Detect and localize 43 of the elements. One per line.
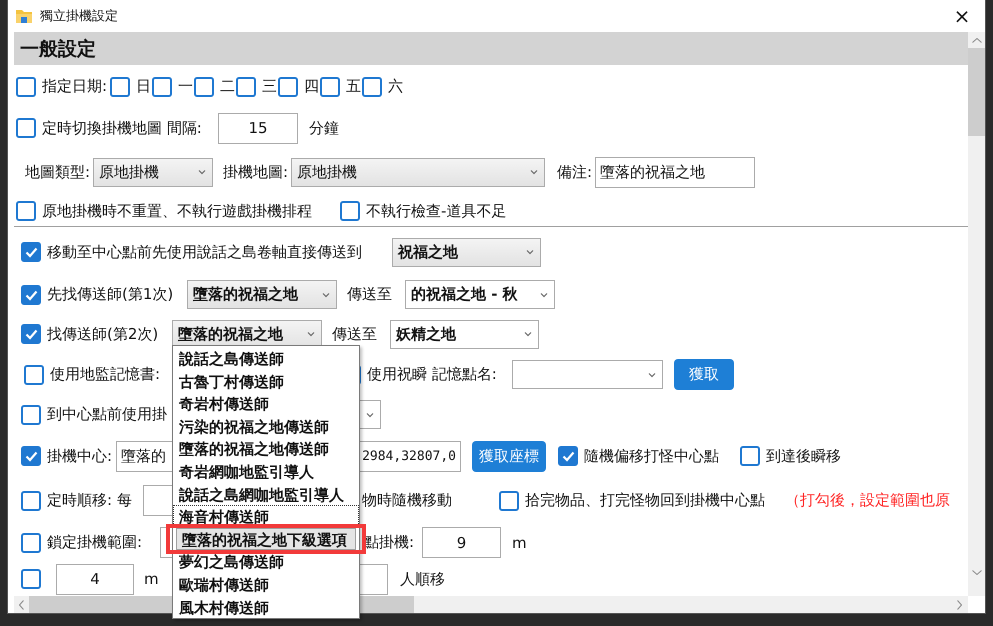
checkbox-label: 到中心點前使用掛	[47, 405, 167, 424]
checkbox-label: 使用地監記憶書:	[50, 365, 160, 384]
checkbox-label: 找傳送師(第2次)	[47, 324, 158, 344]
field-label: 備注:	[557, 162, 594, 182]
checkbox-label: 先找傳送師(第1次)	[47, 285, 174, 304]
select-value: 祝福之地	[398, 242, 460, 262]
checkbox-label: 六	[388, 77, 403, 96]
select-value: 原地掛機	[99, 162, 160, 182]
checkbox-label: 三	[262, 77, 277, 96]
field-label: 地圖類型:	[25, 162, 92, 182]
checkbox-label: 掛機中心:	[47, 446, 112, 466]
checkbox-label: 指定日期:	[42, 77, 108, 96]
select-value: 墮落的祝福之地	[193, 285, 300, 304]
window-title: 獨立掛機設定	[40, 8, 119, 25]
checkbox-label: 使用祝瞬 記憶點名:	[367, 365, 497, 384]
field-label: 物時隨機移動	[362, 491, 453, 510]
field-label: 傳送至	[332, 324, 378, 344]
select-value: 墮落的祝福之地	[178, 324, 284, 344]
checkbox-label: 二	[220, 77, 235, 96]
checkbox-label: 日	[136, 77, 151, 96]
field-label: m	[144, 570, 160, 588]
field-label: 傳送至	[347, 285, 393, 304]
select-value: 的祝福之地 - 秋	[411, 285, 519, 304]
checkbox-label: 拾完物品、打完怪物回到掛機中心點	[525, 491, 765, 510]
section-title: 一般設定	[20, 36, 96, 62]
field-label: m	[512, 534, 528, 552]
checkbox-label: 五	[346, 77, 361, 96]
field-label: 分鐘	[309, 118, 340, 138]
checkbox-label: 定時順移: 每	[47, 491, 132, 510]
checkbox-label: 鎖定掛機範圍:	[47, 533, 142, 552]
checkbox-label: 移動至中心點前先使用說話之島卷軸直接傳送到	[47, 242, 362, 262]
checkbox-label: 四	[304, 77, 319, 96]
checkbox-label: 一	[178, 77, 193, 96]
checkbox-label: 不執行檢查-道具不足	[366, 202, 506, 220]
field-label: 掛機地圖:	[223, 162, 290, 182]
field-label: 人順移	[400, 570, 446, 588]
warning-note: （打勾後，設定範圍也原	[785, 491, 951, 510]
checkbox-label: 原地掛機時不重置、不執行遊戲掛機排程	[42, 202, 312, 220]
checkbox-label: 隨機偏移打怪中心點	[584, 446, 719, 466]
select-value: 原地掛機	[297, 162, 358, 182]
checkbox-label: 定時切換掛機地圖 間隔:	[42, 118, 202, 138]
select-value: 妖精之地	[396, 324, 458, 344]
checkbox-label: 到達後瞬移	[766, 446, 841, 466]
